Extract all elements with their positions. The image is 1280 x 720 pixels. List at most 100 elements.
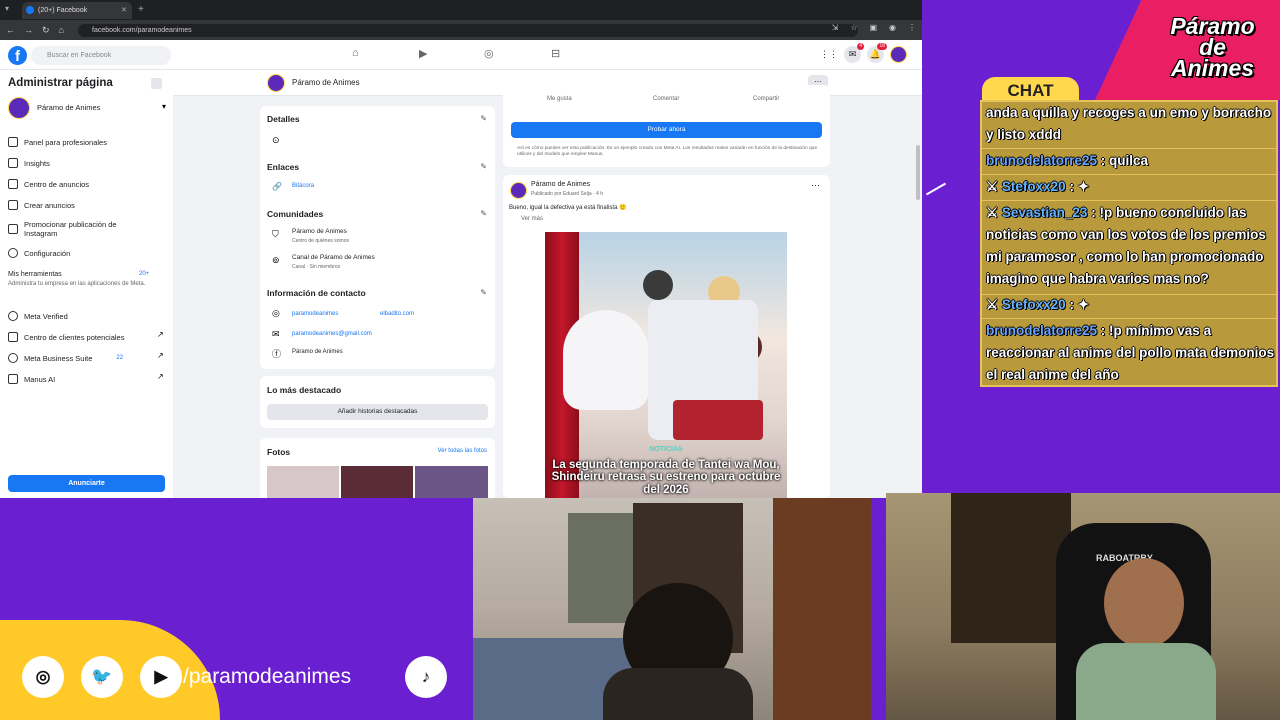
edit-pencil-icon[interactable]: ✎ <box>480 288 487 297</box>
facebook-navbar: f Buscar en Facebook ⌂ ▶ ◎ ⊟ ⋮⋮ ✉ 4 🔔 18 <box>0 40 922 70</box>
photo-thumb[interactable] <box>267 466 339 498</box>
sidebar-item-leads-center[interactable]: Centro de clientes potenciales <box>8 332 124 342</box>
verified-icon <box>8 311 18 321</box>
forward-icon[interactable]: → <box>24 25 33 35</box>
sidebar-item-label: Centro de clientes potenciales <box>24 332 125 342</box>
tools-description: Administra tu empresa en las aplicacione… <box>8 281 146 287</box>
link-url[interactable]: Bitácora <box>292 183 314 189</box>
photo-thumb[interactable] <box>341 466 413 498</box>
video-nav-icon[interactable]: ▶ <box>419 47 427 60</box>
url-text: facebook.com/paramodeanimes <box>92 27 192 34</box>
post-author[interactable]: Páramo de Animes <box>531 181 590 188</box>
email-link[interactable]: paramodeanimes@gmail.com <box>292 331 372 337</box>
browser-toolbar: ← → ↻ ⌂ facebook.com/paramodeanimes ⇲ ☆ … <box>0 20 922 40</box>
edit-pencil-icon[interactable]: ✎ <box>480 114 487 123</box>
address-bar[interactable]: facebook.com/paramodeanimes <box>78 24 858 37</box>
chat-username: Sevastian_23 <box>1001 205 1088 220</box>
community-name[interactable]: Páramo de Animes <box>292 228 347 235</box>
see-all-photos-link[interactable]: Ver todas las fotos <box>438 448 487 454</box>
post-image[interactable]: NOTICIAS La segunda temporada de Tantei … <box>545 232 787 498</box>
youtube-icon: ▶ <box>140 656 182 698</box>
sidebar-title: Administrar página <box>8 77 113 89</box>
share-action[interactable]: Compartir <box>753 96 779 102</box>
details-title: Detalles <box>267 114 300 124</box>
advertise-button[interactable]: Anunciarte <box>8 475 165 492</box>
sidebar-item-promote-instagram[interactable]: Promocionar publicación de Instagram <box>8 220 158 238</box>
menu-grid-icon[interactable]: ⋮⋮ <box>820 46 838 63</box>
sidebar-item-manus-ai[interactable]: Manus AI <box>8 374 55 384</box>
collapse-sidebar-icon[interactable] <box>151 78 162 89</box>
sidebar-item-dashboard[interactable]: Panel para profesionales <box>8 137 107 147</box>
try-now-button[interactable]: Probar ahora <box>511 122 822 138</box>
chat-divider <box>982 148 1276 149</box>
sidebar-item-ads-center[interactable]: Centro de anuncios <box>8 179 89 189</box>
reload-icon[interactable]: ↻ <box>42 25 50 36</box>
facebook-page: f Buscar en Facebook ⌂ ▶ ◎ ⊟ ⋮⋮ ✉ 4 🔔 18 A… <box>0 40 922 498</box>
community-subtitle: Centro de quiénes somos <box>292 238 349 244</box>
image-title: La segunda temporada de Tantei wa Mou, S… <box>551 458 781 496</box>
back-icon[interactable]: ← <box>6 25 15 35</box>
dashboard-icon <box>8 137 18 147</box>
messenger-badge: 4 <box>857 43 864 50</box>
sidebar-item-label: Insights <box>24 158 50 168</box>
new-tab-icon[interactable]: + <box>138 4 144 15</box>
chat-divider <box>982 174 1276 175</box>
facebook-logo-icon[interactable]: f <box>8 46 27 65</box>
add-highlights-button[interactable]: Añadir historias destacadas <box>267 404 488 420</box>
page-switcher[interactable]: Páramo de Animes ▾ <box>8 97 168 119</box>
instagram-link[interactable]: paramodeanimes <box>292 311 338 317</box>
post-options-icon[interactable]: ··· <box>811 180 820 190</box>
sidebar-item-label: Manus AI <box>24 374 56 384</box>
channel-icon: ⊚ <box>272 255 280 265</box>
post-author-avatar[interactable] <box>510 182 527 199</box>
profile-avatar[interactable] <box>890 46 907 63</box>
sidebar-item-label: Configuración <box>24 248 71 258</box>
edit-pencil-icon[interactable]: ✎ <box>480 162 487 171</box>
sidebar-item-insights[interactable]: Insights <box>8 158 50 168</box>
close-tab-icon[interactable]: ✕ <box>121 2 127 19</box>
meta-ai-promo-card: Me gusta Comentar Compartir Probar ahora… <box>503 85 830 167</box>
gaming-nav-icon[interactable]: ⊟ <box>551 47 560 60</box>
sidebar-item-label: Panel para profesionales <box>24 137 107 147</box>
see-more-link[interactable]: Ver más <box>521 216 543 222</box>
messenger-icon[interactable]: ✉ 4 <box>844 43 864 63</box>
page-header-avatar <box>267 74 285 92</box>
chat-username: brunodelatorre25 <box>986 153 1098 168</box>
browser-menu-icon[interactable]: ⋮ <box>908 23 916 32</box>
shelf <box>951 493 1071 643</box>
comment-action[interactable]: Comentar <box>653 96 679 102</box>
email-icon: ✉ <box>272 329 280 339</box>
browser-tab[interactable]: (20+) Facebook ✕ <box>22 2 132 19</box>
sidebar-item-settings[interactable]: Configuración <box>8 248 70 258</box>
scrollbar-thumb[interactable] <box>916 145 920 200</box>
try-now-label: Probar ahora <box>647 126 686 133</box>
shield-icon: ⛉ <box>272 229 279 239</box>
sidebar-item-create-ads[interactable]: Crear anuncios <box>8 200 75 210</box>
sidebar-item-meta-verified[interactable]: Meta Verified <box>8 311 68 321</box>
disclaimer-text: Así es cómo puedes ver esta publicación.… <box>517 146 817 157</box>
notifications-icon[interactable]: 🔔 18 <box>867 43 887 63</box>
marketplace-nav-icon[interactable]: ◎ <box>484 47 494 60</box>
instagram-link[interactable]: elbadito.com <box>380 311 414 317</box>
sidebar-item-business-suite[interactable]: Meta Business Suite 22 <box>8 353 123 363</box>
gear-icon <box>8 248 18 258</box>
community-name[interactable]: Canal de Páramo de Animes <box>292 254 375 261</box>
profile-icon[interactable]: ◉ <box>889 23 896 32</box>
photo-thumb[interactable] <box>415 466 488 498</box>
location-pin-icon: ⊙ <box>272 135 280 145</box>
like-action[interactable]: Me gusta <box>547 96 572 102</box>
post-card: Páramo de Animes Publicado por Eduard Se… <box>503 175 830 498</box>
home-nav-icon[interactable]: ⌂ <box>352 47 359 59</box>
install-icon[interactable]: ⇲ <box>832 23 839 32</box>
extensions-icon[interactable]: ▣ <box>869 23 877 32</box>
business-badge: 22 <box>116 355 124 361</box>
chat-text: anda a quilla y recoges a un emo y borra… <box>986 105 1272 142</box>
ads-center-icon <box>8 179 18 189</box>
facebook-search-input[interactable]: Buscar en Facebook <box>31 46 171 65</box>
bookmark-star-icon[interactable]: ☆ <box>850 23 857 32</box>
character-head <box>643 270 673 300</box>
tab-menu-icon[interactable]: ▾ <box>5 4 9 13</box>
sidebar-item-label: Promocionar publicación de Instagram <box>24 220 117 238</box>
home-icon[interactable]: ⌂ <box>59 25 64 35</box>
edit-pencil-icon[interactable]: ✎ <box>480 209 487 218</box>
